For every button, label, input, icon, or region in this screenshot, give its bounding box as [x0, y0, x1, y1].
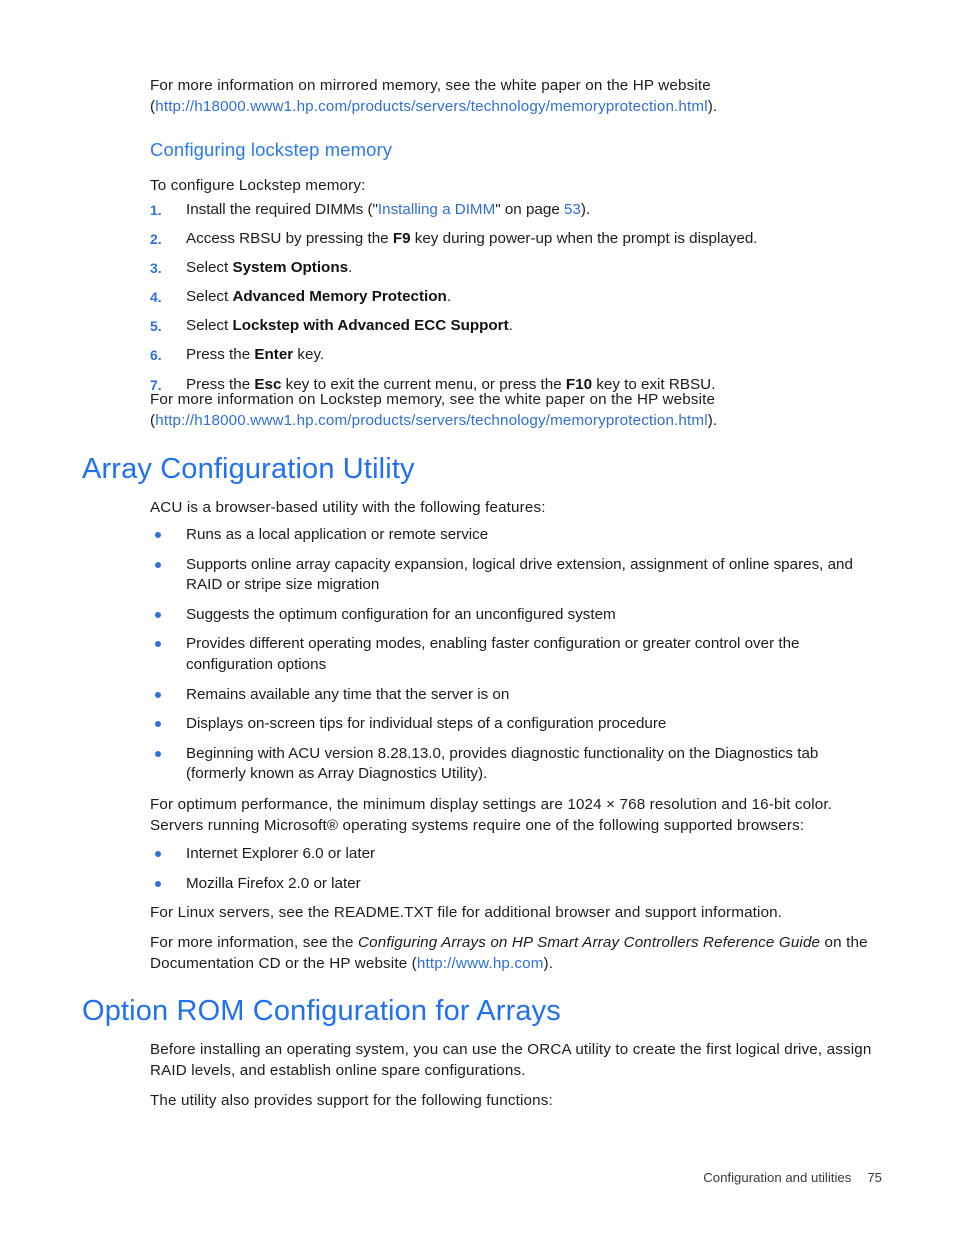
list-item: Supports online array capacity expansion… — [150, 555, 872, 596]
step-text-post: ). — [580, 201, 591, 218]
step-text-pre: Press the — [186, 346, 255, 364]
list-item: 2. Access RBSU by pressing the F9 key dur… — [150, 229, 872, 250]
reference-guide-title: Configuring Arrays on HP Smart Array Con… — [358, 934, 821, 951]
bullet-icon — [155, 721, 161, 728]
mirrored-memory-paragraph: For more information on mirrored memory,… — [150, 76, 872, 117]
page-title-array-configuration-utility: Array Configuration Utility — [82, 453, 415, 485]
paren-close: ). — [707, 411, 718, 429]
step-text-pre: Select — [186, 259, 233, 277]
linux-servers-paragraph: For Linux servers, see the README.TXT fi… — [150, 904, 783, 921]
reference-guide-paragraph: For more information, see the Configurin… — [150, 933, 876, 974]
page-53-link[interactable]: 53 — [564, 201, 581, 218]
bullet-icon — [155, 611, 161, 618]
list-item: 5. Select Lockstep with Advanced ECC Supp… — [150, 316, 872, 337]
step-number: 4. — [150, 289, 162, 306]
browser-text: Internet Explorer 6.0 or later — [186, 845, 376, 862]
list-item: Suggests the optimum configuration for a… — [150, 605, 872, 626]
footer-page-number: 75 — [867, 1170, 882, 1185]
paren-close: ). — [707, 97, 718, 115]
step-number: 2. — [150, 231, 162, 248]
supported-browsers-list: Internet Explorer 6.0 or later Mozilla F… — [150, 844, 872, 903]
list-item: Provides different operating modes, enab… — [150, 634, 872, 675]
memory-protection-link-1[interactable]: http://h18000.www1.hp.com/products/serve… — [155, 98, 708, 115]
lockstep-steps-list: 1. Install the required DIMMs ("Installin… — [150, 200, 872, 404]
list-item: Internet Explorer 6.0 or later — [150, 844, 872, 865]
memory-protection-link-2[interactable]: http://h18000.www1.hp.com/products/serve… — [155, 412, 708, 429]
orca-intro-paragraph: Before installing an operating system, y… — [150, 1041, 872, 1079]
step-number: 3. — [150, 260, 162, 277]
page-title-option-rom-configuration: Option ROM Configuration for Arrays — [82, 995, 561, 1027]
key-enter: Enter — [254, 346, 294, 364]
menu-system-options: System Options — [232, 259, 349, 277]
list-item: 6. Press the Enter key. — [150, 345, 872, 366]
browser-text: Mozilla Firefox 2.0 or later — [186, 874, 361, 892]
key-f9: F9 — [392, 230, 411, 248]
bullet-icon — [155, 641, 161, 648]
bullet-icon — [155, 691, 161, 698]
installing-a-dimm-link[interactable]: Installing a DIMM — [378, 201, 495, 218]
step-text-post: . — [446, 288, 452, 306]
step-number: 5. — [150, 318, 162, 335]
mirrored-memory-line1: For more information on mirrored memory,… — [150, 77, 711, 94]
acu-features-list: Runs as a local application or remote se… — [150, 525, 872, 794]
list-item: 4. Select Advanced Memory Protection. — [150, 287, 872, 308]
feature-text: Supports online array capacity expansion… — [186, 555, 853, 594]
hp-website-link[interactable]: http://www.hp.com — [417, 955, 544, 972]
feature-text: Displays on-screen tips for individual s… — [186, 715, 667, 733]
step-text-pre: Select — [186, 288, 233, 306]
step-text-pre: Access RBSU by pressing the — [186, 230, 393, 248]
page-footer: Configuration and utilities 75 — [0, 1170, 954, 1185]
bullet-icon — [155, 750, 161, 757]
configuring-lockstep-memory-heading: Configuring lockstep memory — [150, 139, 393, 160]
feature-text: Provides different operating modes, enab… — [186, 635, 800, 673]
menu-advanced-memory-protection: Advanced Memory Protection — [232, 288, 447, 306]
step-text-post: key during power-up when the prompt is d… — [410, 230, 758, 248]
step-text-pre: Install the required DIMMs (" — [186, 201, 378, 218]
list-item: Runs as a local application or remote se… — [150, 525, 872, 546]
bullet-icon — [155, 561, 161, 568]
lockstep-outro-paragraph: For more information on Lockstep memory,… — [150, 390, 872, 431]
bullet-icon — [155, 880, 161, 887]
footer-chapter-label: Configuration and utilities — [703, 1170, 852, 1185]
document-page: For more information on mirrored memory,… — [0, 0, 954, 1235]
step-text-post: key. — [293, 346, 325, 364]
list-item: 1. Install the required DIMMs ("Installin… — [150, 200, 872, 221]
list-item: Mozilla Firefox 2.0 or later — [150, 874, 872, 895]
ref-pre: For more information, see the — [150, 934, 358, 951]
step-number: 6. — [150, 347, 162, 364]
lockstep-lead-paragraph: To configure Lockstep memory: — [150, 177, 366, 194]
step-text-post: . — [348, 259, 353, 277]
feature-text: Remains available any time that the serv… — [186, 685, 510, 703]
step-text-pre: Select — [186, 317, 233, 335]
list-item: 3. Select System Options. — [150, 258, 872, 279]
step-text-mid: " on page — [495, 201, 564, 218]
orca-functions-paragraph: The utility also provides support for th… — [150, 1092, 553, 1109]
menu-lockstep-advanced-ecc: Lockstep with Advanced ECC Support — [232, 317, 509, 335]
list-item: Remains available any time that the serv… — [150, 685, 872, 706]
bullet-icon — [155, 851, 161, 857]
list-item: Beginning with ACU version 8.28.13.0, pr… — [150, 744, 872, 785]
feature-text: Runs as a local application or remote se… — [186, 526, 489, 543]
list-item: Displays on-screen tips for individual s… — [150, 714, 872, 735]
display-settings-paragraph: For optimum performance, the minimum dis… — [150, 796, 833, 834]
ref-post: ). — [543, 954, 554, 972]
feature-text: Suggests the optimum configuration for a… — [186, 605, 616, 623]
bullet-icon — [155, 532, 161, 538]
acu-lead-paragraph: ACU is a browser-based utility with the … — [150, 499, 546, 516]
feature-text: Beginning with ACU version 8.28.13.0, pr… — [186, 744, 819, 783]
step-number: 1. — [150, 202, 162, 218]
lockstep-outro-line1: For more information on Lockstep memory,… — [150, 391, 716, 408]
step-text-post: . — [508, 317, 513, 335]
